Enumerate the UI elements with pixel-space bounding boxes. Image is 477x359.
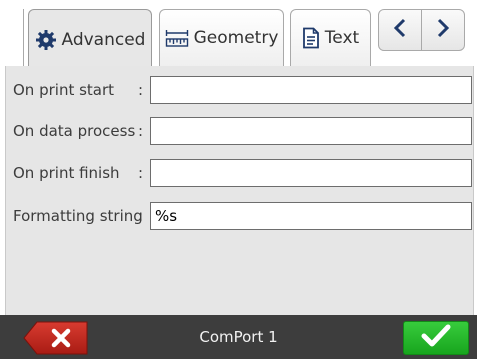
tab-geometry[interactable]: Geometry [159,9,284,66]
formatting-string-input[interactable] [150,202,472,230]
cancel-button[interactable] [23,321,89,355]
chevron-left-icon [393,18,407,42]
checkmark-icon [421,324,451,352]
ruler-icon [165,27,189,49]
on-print-finish-label: On print finish [13,164,120,182]
tab-scroll-right-button[interactable] [421,9,465,51]
document-icon [302,27,320,49]
on-print-start-label: On print start [13,81,115,99]
field-row-on-print-finish: On print finish : [6,158,475,188]
chevron-right-icon [436,18,450,42]
field-row-formatting-string: Formatting string : [6,201,475,231]
label-colon: : [138,122,144,140]
tab-bar: Advanced Geometry Text [0,0,477,69]
tab-text[interactable]: Text [290,9,371,66]
on-print-start-input[interactable] [150,76,472,104]
formatting-string-label: Formatting string [13,207,143,225]
on-data-process-input[interactable] [150,117,472,145]
tab-text-label: Text [324,28,360,48]
field-row-on-data-process: On data process : [6,116,475,146]
tab-advanced[interactable]: Advanced [28,9,152,69]
bottom-bar: ComPort 1 [0,315,477,359]
label-colon: : [138,81,144,99]
on-print-finish-input[interactable] [150,159,472,187]
tab-geometry-label: Geometry [193,28,279,48]
label-colon: : [138,207,144,225]
ok-button[interactable] [403,321,469,355]
tab-advanced-label: Advanced [61,29,146,50]
tab-scroll-stub [0,9,24,66]
label-colon: : [138,164,144,182]
field-row-on-print-start: On print start : [6,75,475,105]
on-data-process-label: On data process [13,122,136,140]
tab-scroll-left-button[interactable] [378,9,422,51]
gear-icon [35,29,57,51]
screen: Advanced Geometry Text On print start: … [0,0,477,359]
advanced-settings-panel: On print start : On data process : On pr… [5,66,474,315]
